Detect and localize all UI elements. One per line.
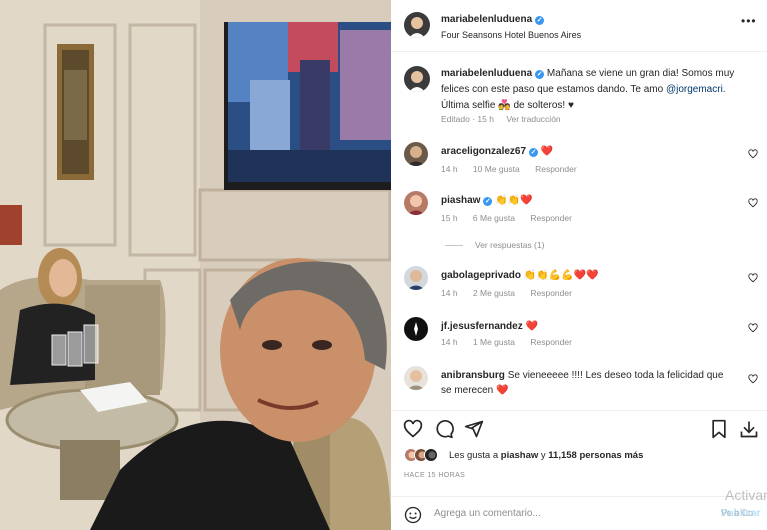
- comment-meta: 14 h 10 Me gusta Responder: [441, 164, 590, 174]
- comment-meta: 15 h 6 Me gusta Responder: [441, 213, 585, 223]
- comment-body: ❤️: [540, 146, 554, 157]
- like-comment-heart-icon[interactable]: [748, 273, 758, 283]
- heart-icon[interactable]: [403, 419, 423, 439]
- replies-divider: [445, 245, 463, 247]
- comment-text: piashaw ✓ 👏👏❤️: [441, 193, 741, 208]
- verified-badge-icon: ✓: [535, 70, 545, 79]
- share-icon[interactable]: [464, 419, 484, 439]
- view-replies-label: Ver respuestas (1): [475, 240, 545, 250]
- caption-emoji: 💑: [498, 100, 511, 111]
- more-horizontal-icon[interactable]: •••: [741, 15, 756, 27]
- post-action-bar: [391, 410, 767, 442]
- comment-likes[interactable]: 6 Me gusta: [473, 213, 515, 223]
- emoji-icon[interactable]: [404, 506, 422, 524]
- comment-likes[interactable]: 2 Me gusta: [473, 288, 515, 298]
- verified-badge-icon: ✓: [529, 148, 539, 157]
- reply-button[interactable]: Responder: [530, 337, 572, 347]
- download-icon[interactable]: [739, 419, 759, 439]
- likes-count[interactable]: 11,158 personas más: [548, 450, 643, 461]
- reply-button[interactable]: Responder: [530, 288, 572, 298]
- likes-prefix: Les gusta a: [449, 450, 501, 461]
- comment-body: 👏👏❤️: [495, 195, 533, 206]
- likes-middle: y: [538, 450, 549, 461]
- comment-username[interactable]: jf.jesusfernandez: [441, 321, 523, 332]
- comment-time: 15 h: [441, 213, 458, 223]
- reply-button[interactable]: Responder: [530, 213, 572, 223]
- comment-body: ❤️: [525, 321, 538, 332]
- caption-username[interactable]: mariabelenluduena: [441, 68, 532, 79]
- comment-username[interactable]: gabolageprivado: [441, 270, 521, 281]
- commenter-avatar[interactable]: [404, 366, 428, 390]
- commenter-avatar[interactable]: [404, 266, 428, 290]
- author-username[interactable]: mariabelenluduena ✓: [441, 14, 545, 25]
- like-comment-heart-icon[interactable]: [748, 198, 758, 208]
- comment-text: araceligonzalez67 ✓ ❤️: [441, 144, 741, 159]
- windows-activation-hint: Ve a Co: [721, 508, 754, 518]
- caption-body-2: Última selfie: [441, 100, 499, 111]
- author-avatar[interactable]: [404, 12, 430, 38]
- comment-text: gabolageprivado 👏👏💪💪❤️❤️: [441, 268, 741, 283]
- caption-mention[interactable]: @jorgemacri.: [666, 84, 726, 95]
- comment-likes[interactable]: 1 Me gusta: [473, 337, 515, 347]
- post-details-panel: mariabelenluduena ✓ Four Seansons Hotel B…: [391, 0, 767, 530]
- like-comment-heart-icon[interactable]: [748, 374, 758, 384]
- comment-body: 👏👏💪💪❤️❤️: [523, 270, 599, 281]
- caption-avatar[interactable]: [404, 66, 430, 92]
- bookmark-icon[interactable]: [709, 419, 729, 439]
- caption-text: mariabelenluduena ✓ Mañana se viene un gr…: [441, 66, 751, 114]
- post-header: mariabelenluduena ✓ Four Seansons Hotel B…: [391, 0, 767, 52]
- comment-likes[interactable]: 10 Me gusta: [473, 164, 520, 174]
- likes-user[interactable]: piashaw: [501, 450, 539, 461]
- comment-meta: 14 h 1 Me gusta Responder: [441, 337, 585, 347]
- comment-time: 14 h: [441, 337, 458, 347]
- add-comment-bar: Agrega un comentario... Publicar: [391, 496, 767, 530]
- post-location[interactable]: Four Seansons Hotel Buenos Aires: [441, 30, 581, 40]
- comment-text: jf.jesusfernandez ❤️: [441, 319, 741, 334]
- like-comment-heart-icon[interactable]: [748, 149, 758, 159]
- verified-badge-icon: ✓: [535, 16, 545, 25]
- post-photo: [0, 0, 391, 530]
- comment-time: 14 h: [441, 288, 458, 298]
- see-translation-link[interactable]: Ver traducción: [506, 114, 560, 124]
- caption-edited: Editado · 15 h: [441, 114, 494, 124]
- comment-username[interactable]: piashaw: [441, 195, 480, 206]
- comment-meta: 14 h 2 Me gusta Responder: [441, 288, 585, 298]
- commenter-avatar[interactable]: [404, 191, 428, 215]
- likes-text: Les gusta a piashaw y 11,158 personas má…: [449, 450, 643, 461]
- comment-username[interactable]: araceligonzalez67: [441, 146, 526, 157]
- comment-text: anibransburg Se vieneeeee !!!! Les deseo…: [441, 368, 726, 398]
- windows-activation-watermark: Activar: [725, 487, 767, 503]
- caption-meta: Editado · 15 h Ver traducción: [441, 114, 571, 124]
- reply-button[interactable]: Responder: [535, 164, 577, 174]
- caption-body-3: de solteros! ♥: [510, 100, 574, 111]
- comment-time: 14 h: [441, 164, 458, 174]
- commenter-avatar[interactable]: [404, 317, 428, 341]
- view-replies-button[interactable]: Ver respuestas (1): [445, 240, 544, 250]
- like-comment-heart-icon[interactable]: [748, 323, 758, 333]
- post-time-ago: HACE 15 HORAS: [404, 472, 466, 479]
- comment-icon[interactable]: [434, 419, 454, 439]
- comment-username[interactable]: anibransburg: [441, 370, 505, 381]
- comment-input[interactable]: Agrega un comentario...: [434, 508, 541, 519]
- commenter-avatar[interactable]: [404, 142, 428, 166]
- liker-avatar: [424, 448, 438, 462]
- verified-badge-icon: ✓: [483, 197, 493, 206]
